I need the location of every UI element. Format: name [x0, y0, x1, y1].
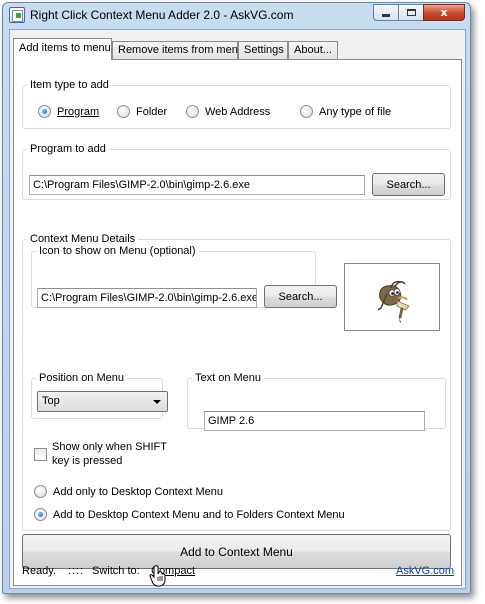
- gimp-mascot-icon: [377, 280, 410, 323]
- radio-web-address-label: Web Address: [205, 105, 271, 118]
- tab-settings[interactable]: Settings: [238, 41, 288, 59]
- minimize-icon: [382, 13, 390, 17]
- askvg-link[interactable]: AskVG.com: [396, 565, 454, 577]
- radio-program[interactable]: Program: [38, 105, 99, 118]
- radio-folder[interactable]: Folder: [117, 105, 167, 118]
- tab-about[interactable]: About...: [288, 41, 338, 59]
- window-title: Right Click Context Menu Adder 2.0 - Ask…: [30, 8, 294, 22]
- icon-search-button[interactable]: Search...: [264, 285, 337, 308]
- app-window: Right Click Context Menu Adder 2.0 - Ask…: [2, 2, 471, 594]
- shift-only-checkbox[interactable]: [34, 448, 47, 461]
- chevron-down-icon[interactable]: [153, 400, 161, 404]
- close-icon: x: [440, 6, 448, 19]
- program-path-input[interactable]: C:\Program Files\GIMP-2.0\bin\gimp-2.6.e…: [29, 175, 365, 195]
- status-separator: ::::: [68, 565, 85, 577]
- shift-only-label-line2: key is pressed: [52, 455, 123, 467]
- radio-folder-label: Folder: [136, 105, 168, 118]
- switch-to-label: Switch to:: [92, 565, 140, 577]
- icon-preview-box: [344, 263, 440, 331]
- radio-program-dot[interactable]: [38, 105, 51, 118]
- client-area: Add items to menu Remove items from menu…: [9, 29, 466, 589]
- maximize-icon: [406, 9, 416, 16]
- position-legend: Position on Menu: [39, 372, 124, 384]
- item-type-group: Item type to add: [22, 79, 451, 129]
- radio-desktop-and-folders[interactable]: Add to Desktop Context Menu and to Folde…: [34, 508, 345, 521]
- radio-desktop-only-dot[interactable]: [34, 485, 47, 498]
- radio-web-address-dot[interactable]: [186, 105, 199, 118]
- shift-only-label-line1: Show only when SHIFT: [52, 441, 167, 453]
- text-legend: Text on Menu: [195, 372, 262, 384]
- radio-web-address[interactable]: Web Address: [186, 105, 270, 118]
- caption-buttons: x: [373, 4, 465, 22]
- maximize-button[interactable]: [398, 4, 424, 21]
- title-bar[interactable]: Right Click Context Menu Adder 2.0 - Ask…: [3, 3, 470, 29]
- app-icon[interactable]: [9, 7, 25, 23]
- radio-desktop-only[interactable]: Add only to Desktop Context Menu: [34, 485, 223, 498]
- radio-any-file-dot[interactable]: [300, 105, 313, 118]
- shift-only-label[interactable]: Show only when SHIFT key is pressed: [52, 440, 167, 468]
- tab-add-items[interactable]: Add items to menu: [13, 38, 112, 60]
- tab-panel-add-items: Item type to add Program Folder Web Addr…: [13, 59, 462, 586]
- position-select[interactable]: Top: [37, 391, 168, 412]
- status-bar: Ready. :::: Switch to: Compact AskVG.com: [10, 560, 465, 588]
- radio-any-file-label: Any type of file: [319, 105, 392, 118]
- program-search-button[interactable]: Search...: [372, 173, 445, 196]
- radio-desktop-and-folders-dot[interactable]: [34, 508, 47, 521]
- status-ready: Ready.: [22, 565, 57, 577]
- radio-desktop-and-folders-label: Add to Desktop Context Menu and to Folde…: [53, 508, 345, 521]
- tab-remove-items[interactable]: Remove items from menu: [112, 41, 244, 59]
- program-legend: Program to add: [30, 143, 106, 155]
- item-type-legend: Item type to add: [30, 79, 109, 91]
- hand-pointer-icon: [149, 565, 166, 587]
- icon-group-legend: Icon to show on Menu (optional): [39, 245, 196, 257]
- position-selected-value: Top: [42, 395, 60, 407]
- radio-any-file[interactable]: Any type of file: [300, 105, 391, 118]
- context-details-legend: Context Menu Details: [30, 233, 136, 245]
- minimize-button[interactable]: [373, 4, 399, 21]
- close-button[interactable]: x: [423, 4, 465, 21]
- radio-desktop-only-label: Add only to Desktop Context Menu: [53, 485, 223, 498]
- radio-program-label: Program: [57, 105, 100, 118]
- radio-folder-dot[interactable]: [117, 105, 130, 118]
- menu-text-input[interactable]: GIMP 2.6: [204, 411, 425, 431]
- icon-path-input[interactable]: C:\Program Files\GIMP-2.0\bin\gimp-2.6.e…: [37, 288, 257, 308]
